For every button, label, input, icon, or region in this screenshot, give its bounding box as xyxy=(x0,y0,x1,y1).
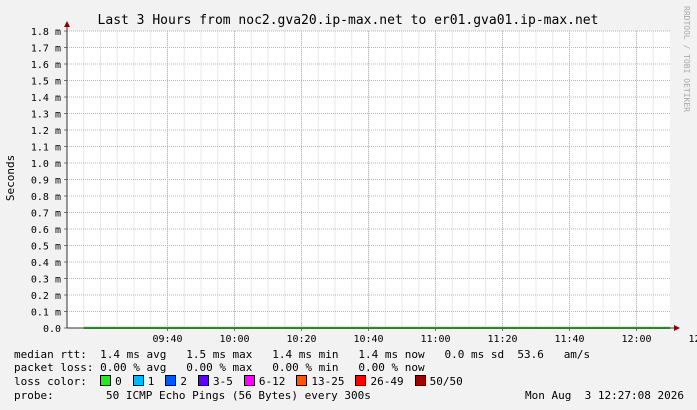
y-tick-label: 1.0 m xyxy=(31,159,61,170)
packet-loss-row: packet loss: 0.00 % avg 0.00 % max 0.00 … xyxy=(14,361,425,374)
loss-color-row: loss color: 0 1 2 3-5 6-12 13-25 26-49 50/50 xyxy=(14,375,474,388)
probe-value: 50 ICMP Echo Pings (56 Bytes) every 300s xyxy=(106,389,371,402)
loss-color-item: 26-49 xyxy=(355,375,404,388)
loss-color-item: 0 xyxy=(100,375,122,388)
median-rtt-row: median rtt: 1.4 ms avg 1.5 ms max 1.4 ms… xyxy=(14,348,590,361)
y-tick-label: 1.4 m xyxy=(31,93,61,104)
loss-color-text: 6-12 xyxy=(258,375,286,388)
loss-color-item: 3-5 xyxy=(197,375,233,388)
loss-color-item: 13-25 xyxy=(296,375,344,388)
x-tick-label: 09:40 xyxy=(152,334,182,345)
y-tick-label: 0.4 m xyxy=(31,258,61,269)
y-tick-label: 1.2 m xyxy=(31,126,61,137)
packet-loss-values: 0.00 % avg 0.00 % max 0.00 % min 0.00 % … xyxy=(100,361,425,374)
y-tick-label: 1.8 m xyxy=(31,27,61,38)
y-tick-label: 0.5 m xyxy=(31,242,61,253)
loss-color-item: 2 xyxy=(165,375,187,388)
loss-color-text: 3-5 xyxy=(212,375,233,388)
y-tick-label: 0.0 xyxy=(43,324,61,335)
loss-color-swatch xyxy=(355,375,367,386)
y-tick-label: 0.3 m xyxy=(31,275,61,286)
loss-color-text: 1 xyxy=(147,375,155,388)
y-tick-label: 0.2 m xyxy=(31,291,61,302)
loss-color-swatch xyxy=(132,375,144,386)
x-tick-label: 11:20 xyxy=(487,334,517,345)
y-tick-label: 1.3 m xyxy=(31,110,61,121)
loss-color-text: 26-49 xyxy=(370,375,404,388)
latency-chart: 0.0 0.1 m 0.2 m 0.3 m 0.4 m 0.5 m 0.6 m 0.7 m 0.… xyxy=(4,6,697,345)
y-axis-label: Seconds xyxy=(4,155,17,201)
loss-color-label: loss color: xyxy=(14,375,87,388)
loss-color-swatch xyxy=(296,375,308,386)
loss-color-text: 50/50 xyxy=(429,375,463,388)
x-tick-label: 11:40 xyxy=(554,334,584,345)
y-tick-label: 0.9 m xyxy=(31,176,61,187)
loss-color-swatch xyxy=(414,375,426,386)
y-tick-label: 0.6 m xyxy=(31,225,61,236)
loss-color-swatch xyxy=(165,375,177,386)
x-tick-label: 10:00 xyxy=(219,334,249,345)
y-tick-label: 1.6 m xyxy=(31,60,61,71)
x-tick-label: 10:20 xyxy=(286,334,316,345)
packet-loss-label: packet loss: xyxy=(14,361,94,374)
x-tick-label: 12:00 xyxy=(621,334,651,345)
watermark: RRDTOOL / TOBI OETIKER xyxy=(682,6,691,112)
median-rtt-label: median rtt: xyxy=(14,348,87,361)
loss-color-swatch xyxy=(100,375,112,386)
loss-color-item: 1 xyxy=(132,375,155,388)
loss-color-list: 0 1 2 3-5 6-12 13-25 26-49 50/50 xyxy=(100,375,474,388)
smokeping-graph: 0.0 0.1 m 0.2 m 0.3 m 0.4 m 0.5 m 0.6 m 0.7 m 0.… xyxy=(0,0,697,410)
x-tick-label: 10:40 xyxy=(353,334,383,345)
chart-title: Last 3 Hours from noc2.gva20.ip-max.net … xyxy=(98,13,599,28)
y-tick-label: 1.1 m xyxy=(31,143,61,154)
loss-color-text: 0 xyxy=(115,375,122,388)
probe-row: probe: xyxy=(14,389,54,402)
x-axis-arrow xyxy=(674,325,680,331)
y-tick-label: 0.7 m xyxy=(31,209,61,220)
y-tick-label: 0.8 m xyxy=(31,192,61,203)
y-axis-arrow xyxy=(64,21,70,27)
loss-color-item: 50/50 xyxy=(414,375,463,388)
loss-color-swatch xyxy=(243,375,255,386)
loss-color-text: 2 xyxy=(180,375,187,388)
loss-color-text: 13-25 xyxy=(311,375,345,388)
y-tick-label: 1.5 m xyxy=(31,77,61,88)
median-rtt-values: 1.4 ms avg 1.5 ms max 1.4 ms min 1.4 ms … xyxy=(100,348,591,361)
loss-color-swatch xyxy=(197,375,209,386)
loss-color-item: 6-12 xyxy=(243,375,286,388)
y-tick-label: 0.1 m xyxy=(31,308,61,319)
y-tick-label: 1.7 m xyxy=(31,44,61,55)
x-tick-label: 12:20 xyxy=(688,334,697,345)
probe-label: probe: xyxy=(14,389,54,402)
timestamp: Mon Aug 3 12:27:08 2026 xyxy=(525,389,684,402)
x-tick-label: 11:00 xyxy=(420,334,450,345)
